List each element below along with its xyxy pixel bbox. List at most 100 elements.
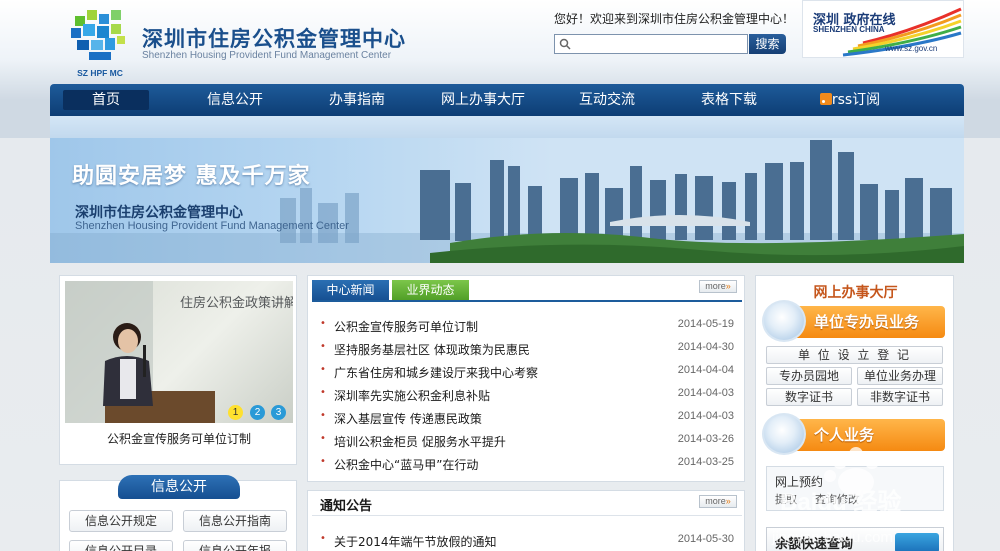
logo-caption: SZ HPF MC — [77, 68, 123, 78]
news-item[interactable]: • 广东省住房和城乡建设厅来我中心考察 2014-04-04 — [320, 364, 734, 380]
info-link-rules[interactable]: 信息公开规定 — [69, 510, 173, 532]
bullet-icon: • — [320, 318, 326, 329]
nav-forms[interactable]: 表格下载 — [684, 84, 774, 116]
notice-title: 通知公告 — [320, 499, 373, 514]
news-title[interactable]: 广东省住房和城乡建设厅来我中心考察 — [334, 364, 538, 381]
logo-icon[interactable]: SZ HPF MC — [67, 6, 133, 78]
gov-logo-url: www.sz.gov.cn — [885, 44, 938, 53]
notice-item-date: 2014-05-30 — [677, 533, 734, 545]
nav-guide[interactable]: 办事指南 — [312, 84, 402, 116]
bullet-icon: • — [320, 341, 326, 352]
news-title[interactable]: 公积金宣传服务可单位订制 — [334, 318, 478, 335]
search-input[interactable] — [574, 36, 744, 52]
news-date: 2014-04-03 — [677, 410, 734, 422]
welcome-text: 您好！欢迎来到深圳市住房公积金管理中心！ — [554, 12, 795, 26]
news-title[interactable]: 公积金中心“蓝马甲”在行动 — [334, 456, 478, 473]
news-title[interactable]: 深入基层宣传 传递惠民政策 — [334, 410, 482, 427]
notice-more-label: more — [705, 496, 726, 506]
info-link-guide[interactable]: 信息公开指南 — [183, 510, 287, 532]
baidu-watermark-icon: Baidu 经验 jingyan.baidu.com — [771, 447, 901, 546]
nav-online-hall[interactable]: 网上办事大厅 — [428, 84, 538, 116]
double-arrow-icon: » — [725, 281, 731, 291]
banner: 助圆安居梦 惠及千万家 深圳市住房公积金管理中心 Shenzhen Housin… — [50, 138, 964, 263]
notice-item[interactable]: • 关于2014年端午节放假的通知 2014-05-30 — [320, 533, 734, 549]
nav-info-public[interactable]: 信息公开 — [190, 84, 280, 116]
sz-gov-logo[interactable]: 深圳 政府在线 SHENZHEN CHINA www.sz.gov.cn — [802, 0, 964, 58]
unit-business-label: 单位专办员业务 — [814, 313, 920, 331]
notice-more-button[interactable]: more» — [699, 495, 737, 508]
bullet-icon: • — [320, 433, 326, 444]
bullet-icon: • — [320, 456, 326, 467]
bullet-icon: • — [320, 364, 326, 375]
news-date: 2014-04-04 — [677, 364, 734, 376]
unit-register-link[interactable]: 单 位 设 立 登 记 — [766, 346, 943, 364]
news-title[interactable]: 深圳率先实施公积金利息补贴 — [334, 387, 490, 404]
non-digital-cert-link[interactable]: 非数字证书 — [857, 388, 943, 406]
news-title[interactable]: 培训公积金柜员 促服务水平提升 — [334, 433, 506, 450]
news-item[interactable]: • 坚持服务基层社区 体现政策为民惠民 2014-04-30 — [320, 341, 734, 357]
search-box — [554, 34, 748, 54]
notice-divider — [312, 515, 742, 516]
info-public-panel: 信息公开 信息公开规定 信息公开指南 信息公开目录 信息公开年报 — [59, 475, 297, 551]
city-skyline-image — [50, 140, 964, 263]
news-date: 2014-03-25 — [677, 456, 734, 468]
digital-cert-link[interactable]: 数字证书 — [766, 388, 852, 406]
site-subtitle: Shenzhen Housing Provident Fund Manageme… — [142, 50, 392, 61]
banner-title: 深圳市住房公积金管理中心 — [75, 205, 243, 221]
tab-industry-news[interactable]: 业界动态 — [392, 280, 469, 301]
bullet-icon: • — [320, 533, 326, 544]
news-date: 2014-04-03 — [677, 387, 734, 399]
slideshow-caption[interactable]: 公积金宣传服务可单位订制 — [60, 430, 298, 447]
info-link-annual-report[interactable]: 信息公开年报 — [183, 540, 287, 551]
unit-business-link[interactable]: 单位业务办理 — [857, 367, 943, 385]
search-button[interactable]: 搜索 — [749, 34, 786, 54]
main-nav: 首页 信息公开 办事指南 网上办事大厅 互动交流 表格下载 rss订阅 — [50, 84, 964, 116]
tab-underline — [312, 300, 742, 302]
news-item[interactable]: • 培训公积金柜员 促服务水平提升 2014-03-26 — [320, 433, 734, 449]
news-date: 2014-05-19 — [677, 318, 734, 330]
news-title[interactable]: 坚持服务基层社区 体现政策为民惠民 — [334, 341, 530, 358]
news-item[interactable]: • 公积金宣传服务可单位订制 2014-05-19 — [320, 318, 734, 334]
watermark-url: jingyan.baidu.com — [771, 529, 893, 546]
news-date: 2014-03-26 — [677, 433, 734, 445]
photo-sign-text: 住房公积金政策讲解 — [180, 295, 293, 311]
nav-rss-label: rss订阅 — [831, 92, 881, 108]
banner-slogan: 助圆安居梦 惠及千万家 — [72, 164, 311, 189]
slide-dot-1[interactable]: 1 — [228, 405, 243, 420]
header: SZ HPF MC 深圳市住房公积金管理中心 Shenzhen Housing … — [0, 0, 1000, 84]
magnifier-icon — [762, 300, 806, 342]
rss-icon — [819, 93, 832, 105]
double-arrow-icon: » — [725, 496, 731, 506]
nav-interaction[interactable]: 互动交流 — [562, 84, 652, 116]
bullet-icon: • — [320, 387, 326, 398]
gov-logo-line2: SHENZHEN CHINA — [813, 25, 885, 34]
slideshow-photo[interactable]: 住房公积金政策讲解 1 2 3 — [65, 281, 293, 423]
online-hall-title: 网上办事大厅 — [813, 285, 898, 301]
presenter-photo-image: 住房公积金政策讲解 — [65, 281, 293, 423]
agent-garden-link[interactable]: 专办员园地 — [766, 367, 852, 385]
sub-bar — [50, 116, 964, 138]
site-title[interactable]: 深圳市住房公积金管理中心 — [142, 23, 406, 53]
tab-center-news[interactable]: 中心新闻 — [312, 280, 389, 301]
slide-dot-2[interactable]: 2 — [250, 405, 265, 420]
slideshow-panel: 住房公积金政策讲解 1 2 3 公积金宣传服务可单位订制 — [59, 275, 297, 465]
banner-subtitle: Shenzhen Housing Provident Fund Manageme… — [75, 220, 349, 232]
nav-rss[interactable]: rss订阅 — [810, 84, 890, 116]
nav-home[interactable]: 首页 — [63, 90, 149, 110]
search-icon — [559, 38, 571, 50]
news-more-button[interactable]: more» — [699, 280, 737, 293]
info-public-title: 信息公开 — [118, 475, 240, 499]
news-more-label: more — [705, 281, 726, 291]
slide-dot-3[interactable]: 3 — [271, 405, 286, 420]
watermark-text: Baidu 经验 — [780, 488, 901, 516]
info-link-catalog[interactable]: 信息公开目录 — [69, 540, 173, 551]
news-item[interactable]: • 深圳率先实施公积金利息补贴 2014-04-03 — [320, 387, 734, 403]
news-panel: 中心新闻 业界动态 more» • 公积金宣传服务可单位订制 2014-05-19 … — [307, 275, 745, 482]
news-date: 2014-04-30 — [677, 341, 734, 353]
news-item[interactable]: • 公积金中心“蓝马甲”在行动 2014-03-25 — [320, 456, 734, 472]
unit-business-button[interactable]: 单位专办员业务 — [762, 300, 945, 342]
bullet-icon: • — [320, 410, 326, 421]
notice-item-title[interactable]: 关于2014年端午节放假的通知 — [334, 533, 497, 550]
notice-panel: 通知公告 more» • 关于2014年端午节放假的通知 2014-05-30 — [307, 490, 745, 551]
news-item[interactable]: • 深入基层宣传 传递惠民政策 2014-04-03 — [320, 410, 734, 426]
